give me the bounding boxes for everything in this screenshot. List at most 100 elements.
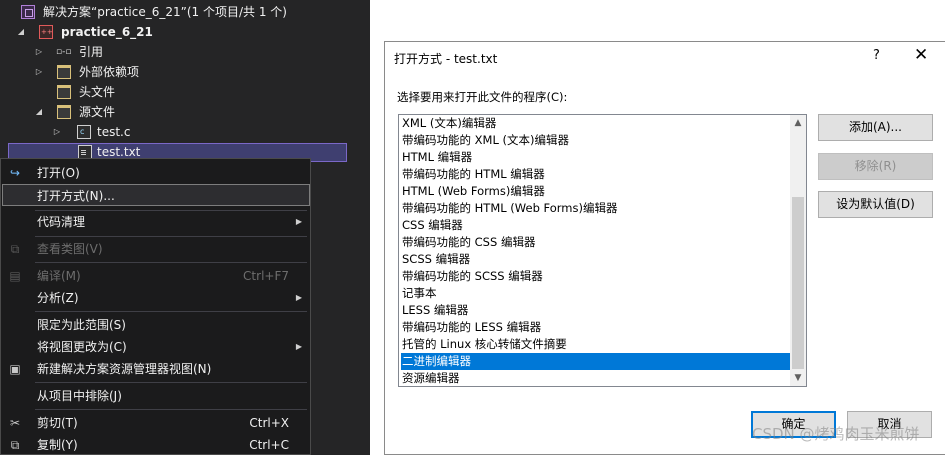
list-item[interactable]: LESS 编辑器 [401, 302, 790, 319]
collapse-arrow-icon[interactable]: ▷ [51, 122, 63, 142]
list-item[interactable]: 带编码功能的 LESS 编辑器 [401, 319, 790, 336]
tree-item-label: 外部依赖项 [79, 65, 140, 79]
copy-icon: ⧉ [10, 438, 20, 452]
cpp-project-icon [39, 22, 53, 42]
menu-item-label: 从项目中排除(J) [37, 389, 122, 403]
tree-item-label: 源文件 [79, 105, 116, 119]
expand-arrow-icon[interactable]: ◢ [33, 102, 45, 122]
menu-item-label: 将视图更改为(C) [37, 340, 127, 354]
tree-item-external-dependencies[interactable]: ▷ 外部依赖项 [0, 62, 360, 82]
menu-separator [35, 236, 307, 237]
menu-item-scope-to-this[interactable]: 限定为此范围(S) [2, 314, 310, 336]
text-file-icon [78, 145, 92, 159]
menu-item-label: 打开方式(N)... [37, 189, 115, 203]
add-button[interactable]: 添加(A)... [818, 114, 933, 141]
tree-item-header-files[interactable]: 头文件 [0, 82, 360, 102]
menu-separator [35, 262, 307, 263]
scroll-up-icon[interactable]: ▲ [790, 115, 806, 131]
list-item[interactable]: 带编码功能的 XML (文本)编辑器 [401, 132, 790, 149]
menu-item-cut[interactable]: ✂ 剪切(T) Ctrl+X [2, 412, 310, 434]
submenu-arrow-icon: ▶ [295, 342, 302, 351]
list-item-selected[interactable]: 二进制编辑器 [401, 353, 790, 370]
dialog-title: 打开方式 - test.txt [394, 52, 498, 66]
menu-item-label: 分析(Z) [37, 291, 79, 305]
project-label: practice_6_21 [61, 25, 153, 39]
class-diagram-icon: ⧉ [10, 242, 20, 256]
menu-item-shortcut: Ctrl+X [249, 416, 289, 430]
list-item[interactable]: 资源编辑器 [401, 370, 790, 386]
solution-explorer-panel: 解决方案“practice_6_21”(1 个项目/共 1 个) ◢ pract… [0, 0, 370, 455]
submenu-arrow-icon: ▶ [295, 293, 302, 302]
menu-item-shortcut: Ctrl+F7 [243, 269, 289, 283]
menu-item-shortcut: Ctrl+C [249, 438, 289, 452]
menu-item-label: 打开(O) [37, 166, 80, 180]
list-item[interactable]: 带编码功能的 HTML (Web Forms)编辑器 [401, 200, 790, 217]
tree-item-label: 引用 [79, 45, 104, 59]
list-item[interactable]: XML (文本)编辑器 [401, 115, 790, 132]
tree-item-project[interactable]: ◢ practice_6_21 [0, 22, 360, 42]
menu-item-exclude-from-project[interactable]: 从项目中排除(J) [2, 385, 310, 407]
tree-item-label: 头文件 [79, 85, 116, 99]
scrollbar-thumb[interactable] [792, 197, 804, 369]
vertical-scrollbar[interactable]: ▲ ▼ [790, 115, 806, 386]
list-item[interactable]: 带编码功能的 HTML 编辑器 [401, 166, 790, 183]
menu-item-change-view-to[interactable]: 将视图更改为(C) ▶ [2, 336, 310, 358]
tree-item-references[interactable]: ▷ 引用 [0, 42, 360, 62]
references-icon [56, 42, 71, 62]
tree-item-source-files[interactable]: ◢ 源文件 [0, 102, 360, 122]
list-item[interactable]: 带编码功能的 SCSS 编辑器 [401, 268, 790, 285]
menu-item-code-cleanup[interactable]: 代码清理 ▶ [2, 211, 310, 233]
menu-separator [35, 311, 307, 312]
tree-item-solution[interactable]: 解决方案“practice_6_21”(1 个项目/共 1 个) [0, 2, 360, 22]
set-default-button[interactable]: 设为默认值(D) [818, 191, 933, 218]
list-item[interactable]: SCSS 编辑器 [401, 251, 790, 268]
close-button[interactable]: ✕ [914, 45, 928, 65]
menu-separator [35, 409, 307, 410]
menu-item-copy[interactable]: ⧉ 复制(Y) Ctrl+C [2, 434, 310, 455]
expand-arrow-icon[interactable]: ◢ [15, 22, 27, 42]
menu-item-compile[interactable]: ▤ 编译(M) Ctrl+F7 [2, 265, 310, 287]
submenu-arrow-icon: ▶ [295, 217, 302, 226]
c-file-icon [77, 122, 91, 142]
open-icon: ↪ [9, 166, 21, 180]
new-view-icon: ▣ [9, 362, 21, 376]
menu-item-label: 剪切(T) [37, 416, 78, 430]
menu-separator [35, 382, 307, 383]
menu-item-open[interactable]: ↪ 打开(O) [2, 162, 310, 184]
menu-item-label: 编译(M) [37, 269, 81, 283]
collapse-arrow-icon[interactable]: ▷ [33, 62, 45, 82]
list-item[interactable]: 记事本 [401, 285, 790, 302]
filter-folder-icon [57, 65, 71, 79]
menu-item-label: 新建解决方案资源管理器视图(N) [37, 362, 212, 376]
list-item[interactable]: 托管的 Linux 核心转储文件摘要 [401, 336, 790, 353]
filter-folder-icon [57, 105, 71, 119]
menu-item-open-with[interactable]: 打开方式(N)... [2, 184, 310, 206]
context-menu: ↪ 打开(O) 打开方式(N)... 代码清理 ▶ ⧉ 查看类图(V) ▤ 编译… [0, 158, 311, 455]
list-item[interactable]: 带编码功能的 CSS 编辑器 [401, 234, 790, 251]
menu-item-label: 查看类图(V) [37, 242, 103, 256]
solution-label: 解决方案“practice_6_21”(1 个项目/共 1 个) [43, 5, 287, 19]
tree-item-label: test.c [97, 125, 131, 139]
menu-item-analyze[interactable]: 分析(Z) ▶ [2, 287, 310, 309]
list-item[interactable]: CSS 编辑器 [401, 217, 790, 234]
watermark: CSDN @烤鸡肉玉米煎饼 [752, 425, 920, 443]
solution-icon [21, 5, 35, 19]
cut-icon: ✂ [9, 416, 21, 430]
scroll-down-icon[interactable]: ▼ [790, 370, 806, 386]
menu-item-label: 复制(Y) [37, 438, 78, 452]
menu-item-label: 代码清理 [37, 215, 86, 229]
filter-folder-icon [57, 85, 71, 99]
tree-item-test-c[interactable]: ▷ test.c [0, 122, 360, 142]
program-listbox[interactable]: XML (文本)编辑器 带编码功能的 XML (文本)编辑器 HTML 编辑器 … [398, 114, 807, 387]
menu-item-label: 限定为此范围(S) [37, 318, 126, 332]
list-item[interactable]: HTML (Web Forms)编辑器 [401, 183, 790, 200]
open-with-dialog: 打开方式 - test.txt ? ✕ 选择要用来打开此文件的程序(C): XM… [384, 41, 945, 455]
menu-item-view-class-diagram[interactable]: ⧉ 查看类图(V) [2, 238, 310, 260]
compile-icon: ▤ [9, 269, 21, 283]
list-item[interactable]: HTML 编辑器 [401, 149, 790, 166]
collapse-arrow-icon[interactable]: ▷ [33, 42, 45, 62]
help-button[interactable]: ? [873, 48, 880, 63]
program-list-label: 选择要用来打开此文件的程序(C): [397, 90, 568, 104]
menu-item-new-explorer-view[interactable]: ▣ 新建解决方案资源管理器视图(N) [2, 358, 310, 380]
remove-button[interactable]: 移除(R) [818, 153, 933, 180]
